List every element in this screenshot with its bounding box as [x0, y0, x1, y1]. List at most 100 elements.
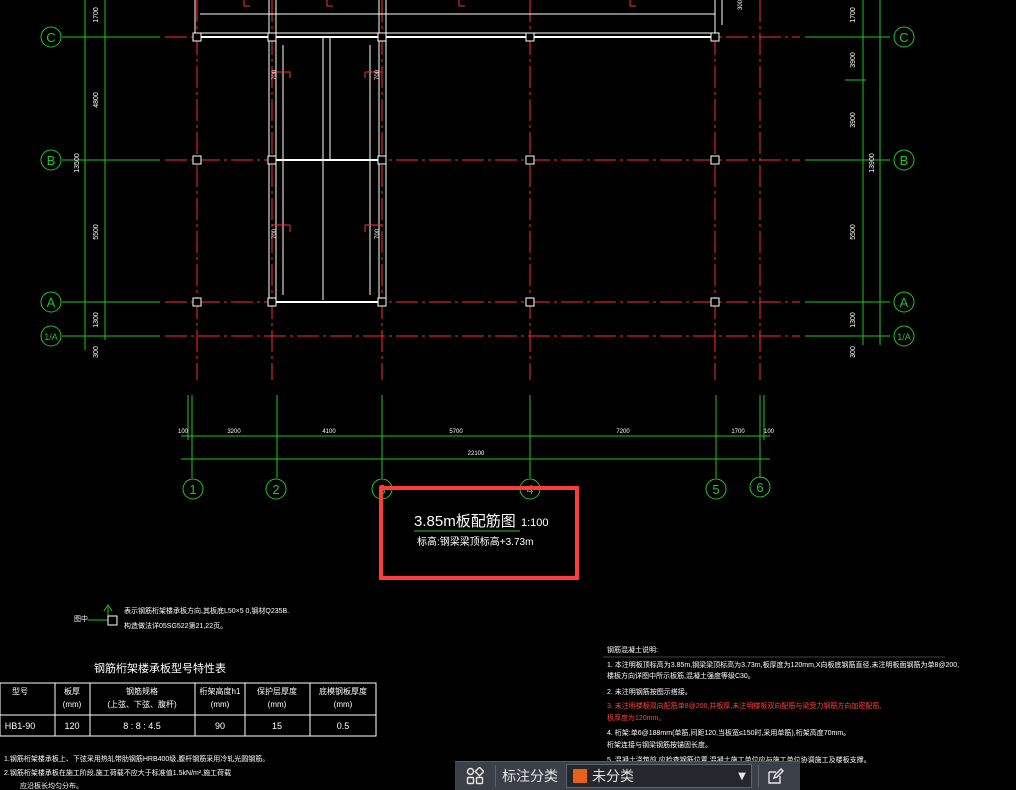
drawing-subtitle: 标高:钢梁梁顶标高+3.73m: [417, 535, 533, 548]
axis-label-1A-right: 1/A: [897, 332, 911, 342]
bottom-dimension-lines: [181, 395, 770, 478]
td-plate: 0.5: [337, 721, 350, 731]
dim-right-5: 300: [850, 346, 857, 358]
axis-label-C-left: C: [46, 30, 55, 45]
td-model: HB1-90: [5, 721, 36, 731]
edit-icon[interactable]: [759, 762, 793, 790]
axis-label-1: 1: [189, 482, 196, 497]
rebar-marks: [243, 0, 636, 232]
right-notes: 钢筋混凝土说明: 1. 本注明板顶标高为3.85m,钢梁梁顶标高为3.73m,板…: [603, 645, 959, 764]
spec-table: 钢筋桁架楼承板型号特性表 型号 板厚 (mm) 钢筋规格 (上弦、下弦、腹杆) …: [0, 661, 377, 737]
th-height-unit: (mm): [211, 700, 230, 709]
right-dimension-lines: [805, 0, 890, 345]
drawing-title-block[interactable]: 3.85m板配筋图 1:100 标高:钢梁梁顶标高+3.73m: [379, 486, 579, 580]
annotation-category-select[interactable]: 未分类 ▼: [566, 764, 752, 788]
steel-beams: [194, 0, 723, 303]
legend-line-2: 构造做法详05SG522第21,22页。: [124, 621, 227, 630]
drawing-title: 3.85m板配筋图: [414, 512, 516, 530]
axis-label-B-left: B: [47, 153, 56, 168]
left-axis-bubbles: C B A 1/A: [40, 26, 62, 347]
right-note-line-2: 楼板方向详图中所示板筋,混凝土强度等级C30。: [607, 671, 755, 680]
dim-left-3: 5500: [93, 224, 100, 240]
legend-marker-label: 图中: [74, 614, 88, 623]
axis-label-5: 5: [712, 482, 719, 497]
dim-left-5: 300: [93, 346, 100, 358]
dim-right-1: 1700: [850, 7, 857, 23]
legend-symbol-icon: [107, 615, 118, 626]
bottom-note-2: 2.钢筋桁架楼承板在施工阶段,施工荷载不应大于标准值1.5kN/m²,施工荷载: [4, 768, 231, 777]
drawing-scale: 1:100: [521, 517, 549, 529]
mid-mark-2: 700: [375, 69, 381, 80]
axis-center-lines: [165, 0, 800, 380]
dim-bottom-5: 7200: [616, 429, 630, 435]
th-thickness-unit: (mm): [63, 700, 82, 709]
dim-bottom-7: 100: [764, 429, 775, 435]
bottom-notes: 1.钢筋桁架楼承板上、下弦采用热轧带肋钢筋HRB400级,腹杆钢筋采用冷轧光圆钢…: [4, 754, 269, 789]
th-cover-unit: (mm): [268, 700, 287, 709]
bottom-dimension-texts: 100 3200 4100 5700 7200 1700 100 22100: [178, 429, 775, 457]
cad-drawing-canvas[interactable]: C B A 1/A 1700 4800 5500 1300 300 13500 …: [0, 0, 1016, 789]
axis-label-2: 2: [272, 482, 279, 497]
right-note-line-3: 2. 未注明钢筋按图示搭接。: [607, 687, 692, 696]
legend-line-1: 表示钢筋桁架楼承板方向,其板底L50×5 0,钢材Q235B.: [124, 606, 289, 615]
annotation-toolbar: 标注分类 未分类 ▼: [455, 761, 800, 790]
td-height: 90: [215, 721, 225, 731]
left-dimension-texts: 1700 4800 5500 1300 300 13500: [74, 7, 100, 358]
bottom-note-1: 1.钢筋桁架楼承板上、下弦采用热轧带肋钢筋HRB400级,腹杆钢筋采用冷轧光圆钢…: [4, 754, 269, 763]
right-note-line-5: 板厚度为120mm。: [607, 713, 665, 722]
annotation-category-label: 标注分类: [502, 769, 558, 785]
th-plate-unit: (mm): [334, 700, 353, 709]
dim-right-3: 5500: [850, 224, 857, 240]
category-color-swatch: [573, 769, 587, 783]
dim-bottom-2: 3200: [227, 429, 241, 435]
dim-bottom-total: 22100: [468, 451, 485, 457]
right-axis-bubbles: C B A 1/A: [893, 26, 915, 347]
axis-label-6: 6: [756, 480, 763, 495]
legend-note: 图中 表示钢筋桁架楼承板方向,其板底L50×5 0,钢材Q235B. 构造做法详…: [74, 604, 289, 630]
td-cover: 15: [272, 721, 282, 731]
th-rebar-sub: (上弦、下弦、腹杆): [107, 699, 177, 709]
td-rebar: 8 : 8 : 4.5: [123, 721, 161, 731]
th-rebar: 钢筋规格: [126, 686, 158, 696]
th-cover: 保护层厚度: [257, 686, 297, 696]
dim-left-total: 13500: [74, 153, 81, 173]
apps-grid-icon[interactable]: [455, 762, 495, 790]
axis-label-C-right: C: [899, 30, 908, 45]
mid-dimension-texts: 700 700 700 700 300: [272, 0, 744, 239]
dim-left-1: 1700: [93, 7, 100, 23]
td-thickness: 120: [64, 721, 79, 731]
axis-label-A-left: A: [47, 295, 56, 310]
right-note-line-6: 4. 桁架:单6@188mm(单筋,间距120,当板宽≤150时,采用单筋),桁…: [607, 728, 850, 737]
axis-label-B-right: B: [900, 153, 909, 168]
dim-bottom-4: 5700: [449, 429, 463, 435]
right-note-line-1: 1. 本注明板顶标高为3.85m,钢梁梁顶标高为3.73m,板厚度为120mm,…: [607, 660, 959, 669]
highlight-box: [379, 486, 579, 580]
bottom-note-3: 应沿板长均匀分布。: [20, 781, 83, 789]
table-title: 钢筋桁架楼承板型号特性表: [94, 661, 226, 675]
dim-bottom-6: 1700: [731, 429, 745, 435]
right-note-line-7: 桁架连接与钢梁钢筋按锚固长度。: [607, 740, 712, 749]
right-notes-heading: 钢筋混凝土说明:: [607, 645, 658, 654]
axis-label-A-right: A: [900, 295, 909, 310]
dim-bottom-1: 100: [178, 429, 189, 435]
mid-mark-3: 700: [272, 228, 278, 239]
mid-mark-1: 700: [272, 69, 278, 80]
mid-mark-4: 700: [375, 228, 381, 239]
th-thickness: 板厚: [64, 686, 80, 696]
dim-right-total: 13900: [869, 153, 876, 173]
th-height: 桁架高度h1: [200, 686, 241, 696]
axis-label-1A-left: 1/A: [44, 332, 58, 342]
right-note-line-4: 3. 未注明楼板双向配筋单8@200,并板厚,未注明楼板双向配筋与梁受力钢筋方向…: [607, 701, 881, 710]
dim-right-2b: 3900: [850, 112, 857, 128]
dim-left-4: 1300: [93, 312, 100, 328]
top-right-mark: 300: [738, 0, 744, 10]
dim-right-4: 1300: [850, 312, 857, 328]
dim-right-2: 3900: [850, 52, 857, 68]
dim-left-2: 4800: [93, 92, 100, 108]
dim-bottom-3: 4100: [322, 429, 336, 435]
left-dimension-lines: [62, 0, 160, 350]
th-plate: 底模钢板厚度: [319, 686, 367, 696]
selected-category: 未分类: [592, 769, 634, 785]
th-model: 型号: [12, 687, 28, 696]
chevron-down-icon: ▼: [738, 770, 746, 782]
